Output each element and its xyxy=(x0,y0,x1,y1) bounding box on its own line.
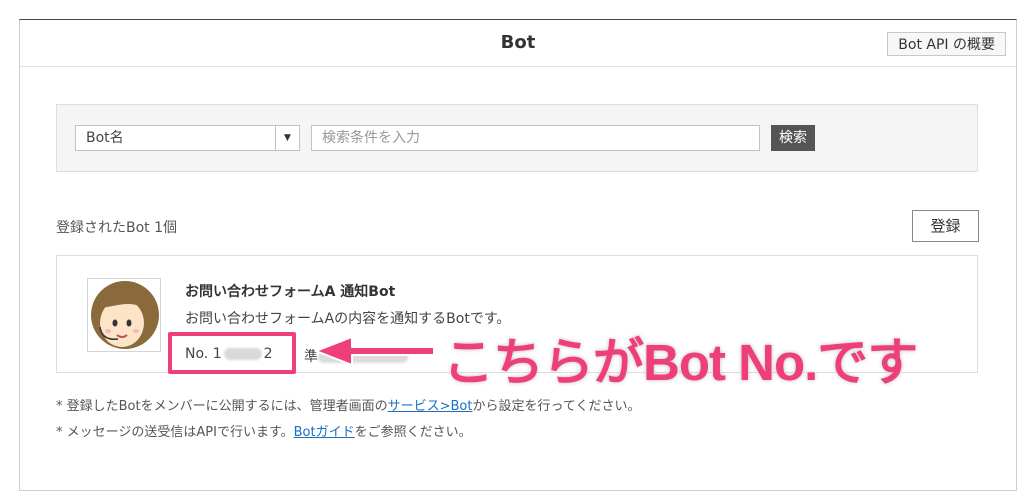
notes: * 登録したBotをメンバーに公開するには、管理者画面のサービス>Botから設定… xyxy=(56,394,640,446)
page-header: Bot Bot API の概要 xyxy=(20,20,1016,67)
note-1-text: * 登録したBotをメンバーに公開するには、管理者画面の xyxy=(56,399,388,414)
bot-guide-link[interactable]: Botガイド xyxy=(294,425,355,440)
search-input[interactable] xyxy=(311,125,760,151)
note-1-text-after: から設定を行ってください。 xyxy=(472,399,641,414)
search-field-select[interactable]: Bot名 ▼ xyxy=(75,125,300,151)
avatar-girl-icon xyxy=(88,279,160,351)
avatar xyxy=(87,278,161,352)
search-panel: Bot名 ▼ 検索 xyxy=(56,104,978,172)
search-button[interactable]: 検索 xyxy=(771,125,815,151)
arrow-left-icon xyxy=(315,336,435,366)
annotation-text: こちらがBot No.です xyxy=(442,333,919,392)
page-title: Bot xyxy=(500,32,536,53)
bot-api-overview-button[interactable]: Bot API の概要 xyxy=(887,32,1006,56)
bot-name[interactable]: お問い合わせフォームA 通知Bot xyxy=(185,281,395,301)
note-2-text: * メッセージの送受信はAPIで行います。 xyxy=(56,425,294,440)
service-bot-link[interactable]: サービス>Bot xyxy=(388,399,473,414)
bot-number-highlight-box xyxy=(168,332,296,374)
bot-count-label: 登録されたBot 1個 xyxy=(56,220,178,236)
note-line-1: * 登録したBotをメンバーに公開するには、管理者画面のサービス>Botから設定… xyxy=(56,394,640,420)
note-2-text-after: をご参照ください。 xyxy=(354,425,472,440)
note-line-2: * メッセージの送受信はAPIで行います。Botガイドをご参照ください。 xyxy=(56,420,640,446)
register-button[interactable]: 登録 xyxy=(912,210,979,242)
chevron-down-icon[interactable]: ▼ xyxy=(275,126,299,150)
search-field-select-value: Bot名 xyxy=(86,130,124,146)
